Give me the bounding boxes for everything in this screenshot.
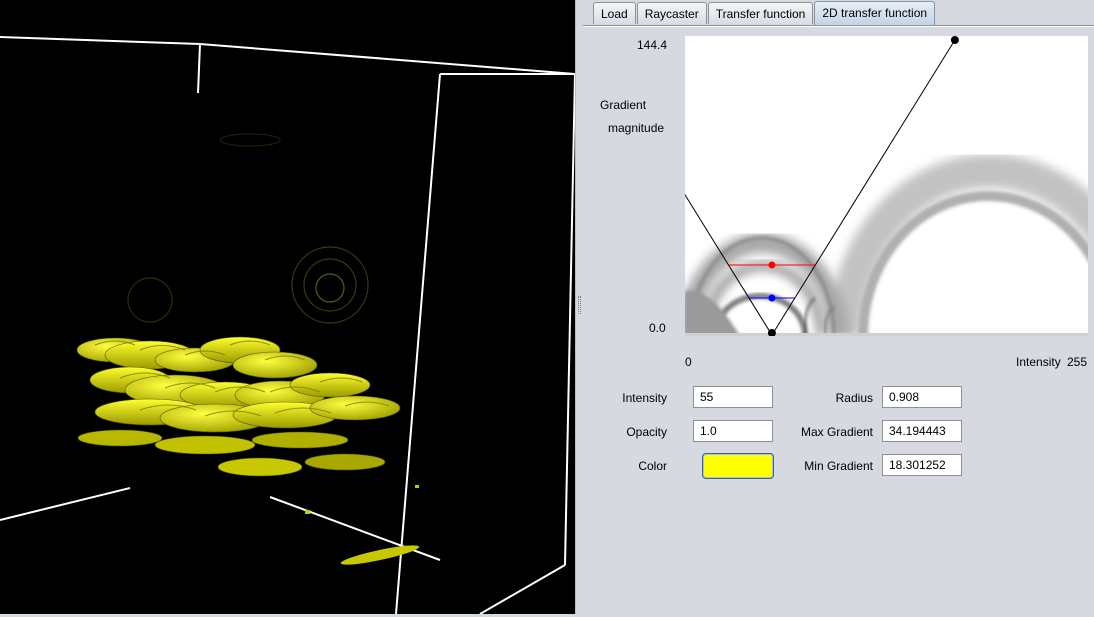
- split-pane-divider[interactable]: [575, 0, 583, 614]
- color-picker-button[interactable]: [702, 453, 774, 479]
- y-max-label: 144.4: [637, 38, 668, 52]
- tab-bar: Load Raycaster Transfer function 2D tran…: [593, 1, 936, 26]
- yellow-objects: [76, 336, 401, 477]
- min-gradient-input[interactable]: [882, 454, 962, 476]
- max-gradient-label: Max Gradient: [800, 425, 873, 439]
- max-gradient-input[interactable]: [882, 420, 962, 442]
- opacity-label: Opacity: [626, 425, 667, 439]
- tab-2d-transfer-function[interactable]: 2D transfer function: [814, 1, 936, 25]
- color-label: Color: [638, 459, 667, 473]
- x-axis-title: Intensity: [1016, 355, 1061, 369]
- radius-input[interactable]: [882, 386, 962, 408]
- min-gradient-handle[interactable]: [768, 294, 776, 302]
- tab-content-2d-transfer-function: 144.4 Gradient magnitude 0.0 0 Intensity…: [583, 26, 1094, 615]
- histogram-svg: [588, 36, 1094, 337]
- tab-raycaster[interactable]: Raycaster: [636, 2, 707, 24]
- faint-rings: [127, 133, 369, 324]
- intensity-input[interactable]: [693, 386, 773, 408]
- transfer-function-2d-canvas[interactable]: [588, 36, 1094, 337]
- opacity-input[interactable]: [693, 420, 773, 442]
- volume-render-viewport[interactable]: [0, 0, 576, 615]
- bounding-box: [0, 36, 576, 615]
- y-min-label: 0.0: [649, 321, 666, 335]
- histogram-density: [675, 154, 1094, 337]
- y-axis-title-line2: magnitude: [608, 121, 665, 135]
- x-max-label: 255: [1067, 355, 1088, 369]
- volume-render-svg: [0, 36, 576, 615]
- intensity-label: Intensity: [622, 391, 667, 405]
- splitter-grip-icon[interactable]: [578, 296, 581, 314]
- radius-label: Radius: [835, 391, 873, 405]
- tab-transfer-function[interactable]: Transfer function: [707, 2, 814, 24]
- radius-handle[interactable]: [950, 36, 959, 44]
- x-min-label: 0: [685, 355, 692, 369]
- tab-load[interactable]: Load: [593, 2, 636, 24]
- min-gradient-label: Min Gradient: [804, 459, 873, 473]
- y-axis-title-line1: Gradient: [600, 98, 647, 112]
- max-gradient-handle[interactable]: [768, 261, 776, 269]
- control-panel: Load Raycaster Transfer function 2D tran…: [583, 0, 1094, 614]
